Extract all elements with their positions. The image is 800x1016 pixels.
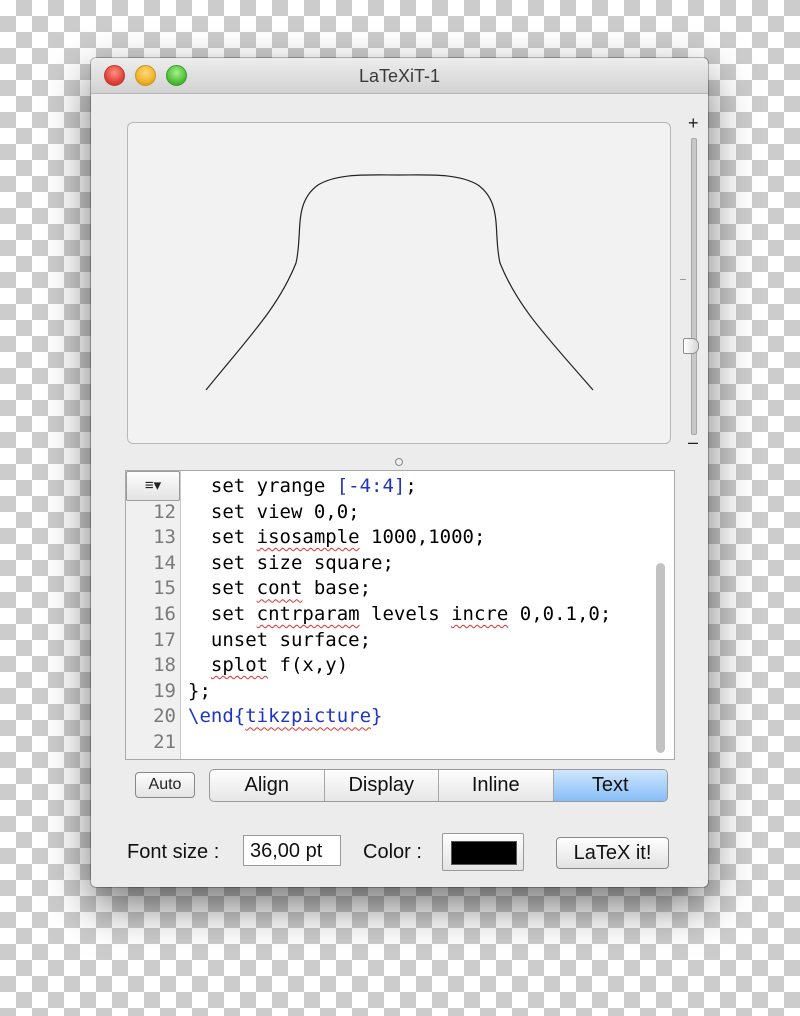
mode-display[interactable]: Display <box>325 770 439 801</box>
code-text[interactable]: set isosample 1000,1000; <box>188 525 486 551</box>
zoom-out-icon[interactable]: – <box>688 433 698 451</box>
code-line[interactable]: 21 <box>126 730 674 756</box>
zoom-slider-tick <box>680 279 686 280</box>
code-text[interactable]: set view 0,0; <box>188 500 360 526</box>
line-number: 12 <box>153 500 176 523</box>
line-number: 19 <box>153 679 176 702</box>
code-line[interactable]: 18 splot f(x,y) <box>126 653 674 679</box>
line-number: 20 <box>153 705 176 728</box>
rendered-curve <box>205 174 594 391</box>
code-line[interactable]: 13 set isosample 1000,1000; <box>126 525 674 551</box>
font-size-field[interactable]: 36,00 pt <box>243 835 341 866</box>
editor-scrollbar[interactable] <box>656 563 665 753</box>
color-label: Color : <box>363 841 422 863</box>
code-text[interactable]: set cont base; <box>188 576 371 602</box>
line-number: 15 <box>153 577 176 600</box>
code-line[interactable]: set yrange [-4:4]; <box>126 474 674 500</box>
mode-inline[interactable]: Inline <box>439 770 554 801</box>
color-well[interactable] <box>442 833 524 871</box>
code-lines[interactable]: set yrange [-4:4]; 12 set view 0,0; 13 set… <box>126 474 674 756</box>
code-line[interactable]: 16 set cntrparam levels incre 0,0.1,0; <box>126 602 674 628</box>
font-size-label: Font size : <box>127 841 220 863</box>
code-line[interactable]: 14 set size square; <box>126 551 674 577</box>
zoom-in-icon[interactable]: + <box>688 114 699 132</box>
mode-text[interactable]: Text <box>553 770 667 801</box>
code-line[interactable]: 15 set cont base; <box>126 576 674 602</box>
code-line[interactable]: 17 unset surface; <box>126 628 674 654</box>
window-title: LaTeXiT-1 <box>358 66 441 86</box>
code-text[interactable]: \end{tikzpicture} <box>188 704 383 730</box>
preview-pane[interactable] <box>127 122 671 444</box>
color-swatch <box>451 841 517 865</box>
code-line[interactable]: 20 \end{tikzpicture} <box>126 704 674 730</box>
line-number: 14 <box>153 551 176 574</box>
zoom-slider-knob[interactable] <box>683 338 699 354</box>
latexit-window: LaTeXiT-1 + – set yrange [-4:4]; 12 set v… <box>91 58 708 887</box>
line-number: 21 <box>153 730 176 753</box>
split-view-handle[interactable] <box>395 458 403 466</box>
code-line[interactable]: 19}; <box>126 679 674 705</box>
line-number: 16 <box>153 602 176 625</box>
code-text[interactable]: set cntrparam levels incre 0,0.1,0; <box>188 602 611 628</box>
latex-it-button[interactable]: LaTeX it! <box>556 837 669 869</box>
source-editor[interactable]: set yrange [-4:4]; 12 set view 0,0; 13 set… <box>125 470 675 760</box>
line-number: 17 <box>153 628 176 651</box>
code-text[interactable]: set yrange [-4:4]; <box>188 474 417 500</box>
line-number: 18 <box>153 654 176 677</box>
code-line[interactable]: 12 set view 0,0; <box>126 500 674 526</box>
auto-button[interactable]: Auto <box>135 772 195 798</box>
mode-align[interactable]: Align <box>210 770 325 801</box>
code-text[interactable]: splot f(x,y) <box>188 653 348 679</box>
code-text[interactable]: set size square; <box>188 551 394 577</box>
editor-menu-button[interactable]: ≡▾ <box>126 471 180 501</box>
mode-segmented-control[interactable]: Align Display Inline Text <box>209 769 668 802</box>
title-bar[interactable]: LaTeXiT-1 <box>91 58 708 94</box>
code-text[interactable]: unset surface; <box>188 628 371 654</box>
line-number: 13 <box>153 526 176 549</box>
zoom-slider[interactable] <box>691 138 697 435</box>
code-text[interactable]: }; <box>188 679 211 705</box>
